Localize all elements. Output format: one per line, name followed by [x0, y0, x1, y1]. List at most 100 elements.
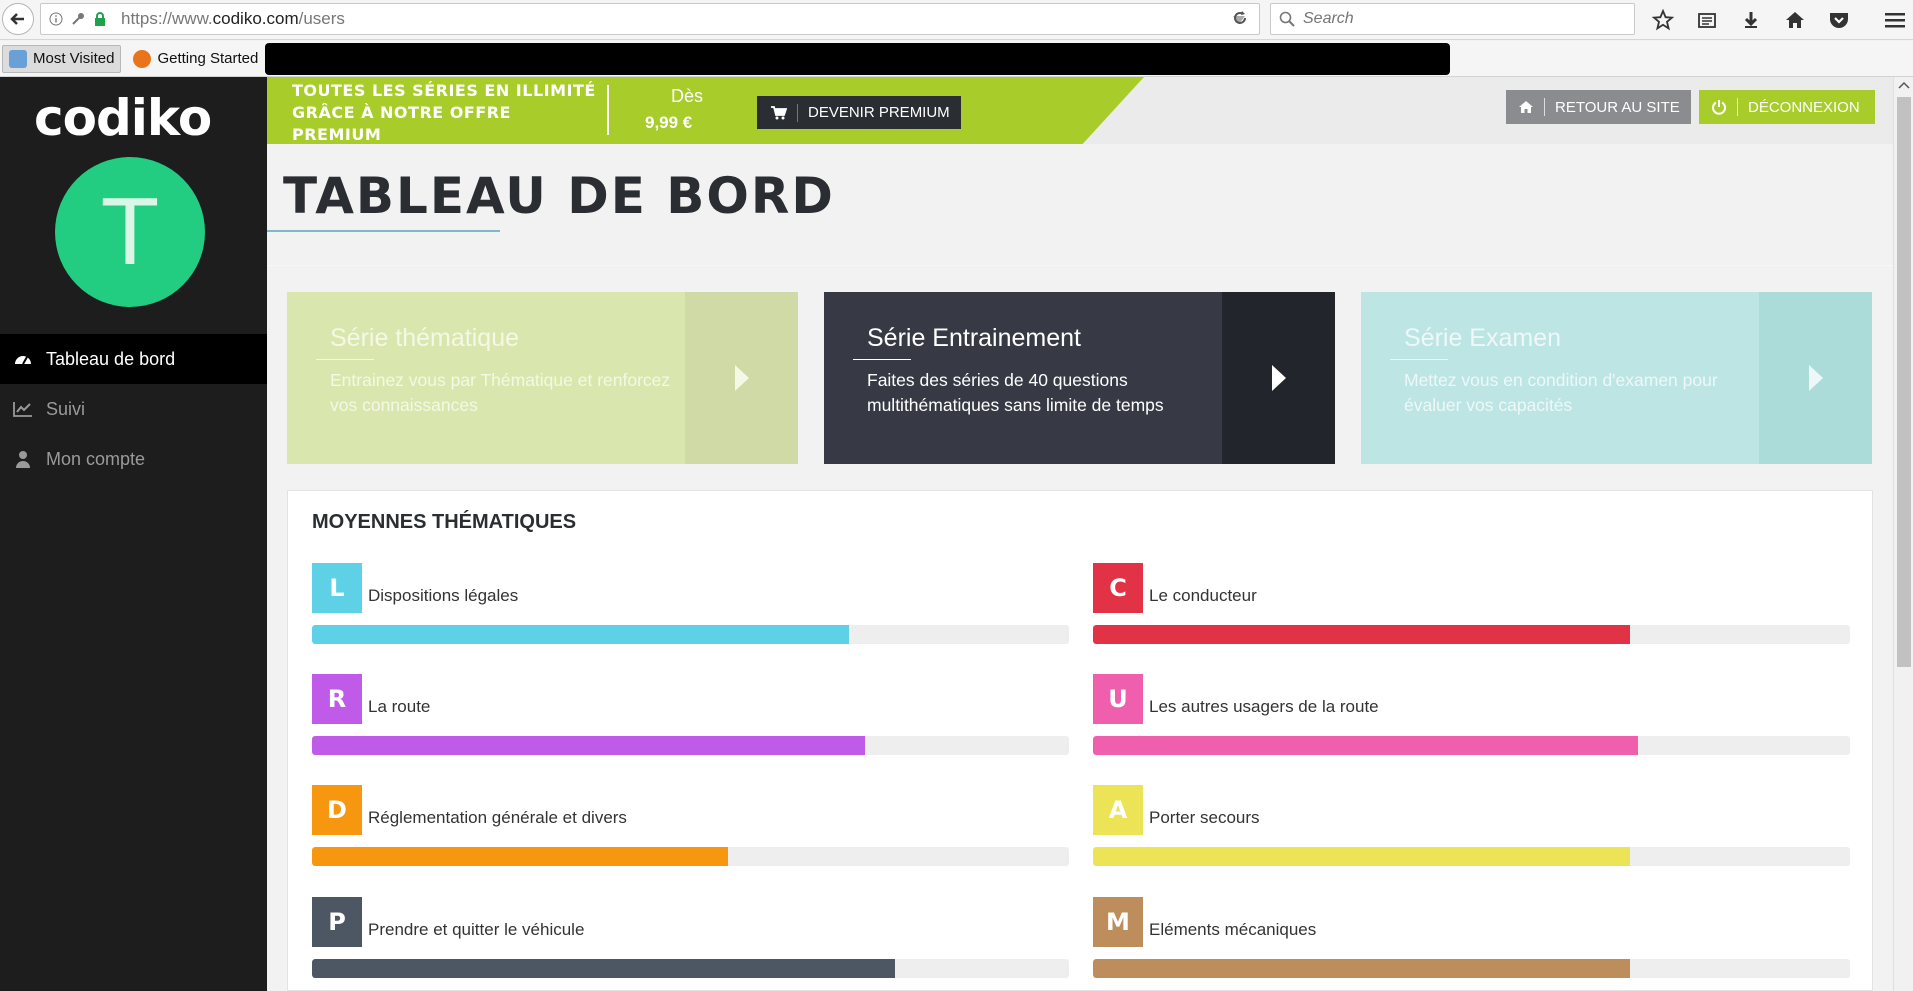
cart-icon	[771, 105, 787, 120]
theme-name: Les autres usagers de la route	[1149, 697, 1379, 716]
lock-icon[interactable]	[93, 12, 107, 26]
progress-track	[312, 847, 1069, 866]
card-description: Faites des séries de 40 questions multit…	[867, 370, 1164, 415]
bookmark-most-visited[interactable]: Most Visited	[2, 44, 122, 73]
progress-fill	[312, 736, 865, 755]
card-title-underline	[1390, 359, 1448, 360]
theme-letter-badge: D	[312, 785, 362, 835]
premium-button-label: DEVENIR PREMIUM	[808, 104, 950, 121]
title-underline	[267, 230, 500, 232]
theme-letter-badge: C	[1093, 563, 1143, 613]
back-arrow-icon	[10, 13, 24, 25]
progress-fill	[312, 847, 729, 866]
theme-letter-badge: A	[1093, 785, 1143, 835]
back-to-site-label: RETOUR AU SITE	[1555, 98, 1680, 116]
sidebar-item-tableau-de-bord[interactable]: Tableau de bord	[0, 334, 267, 384]
progress-track	[312, 736, 1069, 755]
info-icon[interactable]	[49, 12, 63, 26]
card-body: Série Entrainement Faites des séries de …	[824, 292, 1222, 464]
sidebar-item-label: Tableau de bord	[46, 348, 176, 369]
progress-fill	[1093, 625, 1631, 644]
progress-fill	[1093, 736, 1639, 755]
bookmark-star-icon[interactable]	[1648, 6, 1678, 34]
sidebar-item-mon-compte[interactable]: Mon compte	[0, 434, 267, 484]
progress-track	[1093, 736, 1850, 755]
back-button[interactable]	[2, 3, 34, 35]
card-serie-entrainement[interactable]: Série Entrainement Faites des séries de …	[824, 292, 1335, 464]
theme-name: Eléments mécaniques	[1149, 920, 1317, 939]
key-icon[interactable]	[71, 12, 85, 26]
theme-name: Porter secours	[1149, 808, 1260, 827]
card-arrow-button[interactable]	[1759, 292, 1872, 464]
premium-button[interactable]: DEVENIR PREMIUM	[757, 96, 961, 129]
card-serie-examen[interactable]: Série Examen Mettez vous en condition d'…	[1361, 292, 1872, 464]
browser-tool-icons	[1648, 6, 1910, 34]
card-title: Série Entrainement	[867, 324, 1082, 352]
theme-name: Le conducteur	[1149, 586, 1257, 605]
download-icon[interactable]	[1736, 6, 1766, 34]
progress-track	[1093, 959, 1850, 978]
search-icon	[1279, 11, 1295, 27]
user-icon	[12, 448, 34, 470]
promo-price: 9,99 €	[645, 113, 693, 132]
back-to-site-button[interactable]: RETOUR AU SITE	[1506, 90, 1691, 124]
sidebar-item-label: Suivi	[46, 398, 86, 419]
pocket-icon[interactable]	[1824, 6, 1854, 34]
moyennes-panel: MOYENNES THÉMATIQUES L Dispositions légal…	[287, 490, 1873, 991]
url-prefix: https://www.	[121, 9, 213, 28]
line-chart-icon	[12, 398, 34, 420]
sidebar-nav: Tableau de bord Suivi Mon compte	[0, 334, 267, 484]
reload-icon[interactable]	[1228, 6, 1252, 30]
card-title: Série Examen	[1404, 324, 1562, 352]
home-icon[interactable]	[1780, 6, 1810, 34]
progress-fill	[1093, 959, 1631, 978]
theme-letter-badge: R	[312, 674, 362, 724]
card-body: Série Examen Mettez vous en condition d'…	[1361, 292, 1759, 464]
most-visited-icon	[9, 49, 27, 68]
promo-text: TOUTES LES SÉRIES EN ILLIMITÉ GRÂCE À NO…	[292, 81, 596, 144]
firefox-icon	[133, 49, 152, 68]
logo[interactable]: codiko	[34, 89, 212, 147]
button-separator	[797, 103, 798, 122]
logout-button[interactable]: DÉCONNEXION	[1699, 90, 1875, 124]
theme-letter-badge: L	[312, 563, 362, 613]
logout-label: DÉCONNEXION	[1748, 98, 1860, 116]
scroll-up-icon[interactable]	[1898, 81, 1910, 89]
sidebar: codiko T Tableau de bord Suivi Mon compt…	[0, 77, 267, 991]
page-scrollbar[interactable]	[1893, 77, 1913, 991]
search-input[interactable]	[1303, 10, 1603, 28]
progress-fill	[1093, 847, 1631, 866]
card-title: Série thématique	[330, 324, 520, 352]
card-description: Mettez vous en condition d'examen pour é…	[1404, 370, 1718, 415]
theme-name: Prendre et quitter le véhicule	[368, 920, 585, 939]
scrollbar-thumb[interactable]	[1897, 97, 1911, 667]
theme-name: Dispositions légales	[368, 586, 519, 605]
reading-list-icon[interactable]	[1692, 6, 1722, 34]
progress-track	[312, 959, 1069, 978]
card-title-underline	[853, 359, 911, 360]
theme-name: Réglementation générale et divers	[368, 808, 627, 827]
progress-fill	[312, 625, 850, 644]
card-serie-thematique[interactable]: Série thématique Entrainez vous par Thém…	[287, 292, 798, 464]
url-path: /users	[298, 9, 345, 28]
button-separator	[1737, 98, 1738, 116]
card-arrow-button[interactable]	[685, 292, 798, 464]
card-arrow-button[interactable]	[1222, 292, 1335, 464]
menu-icon[interactable]	[1880, 6, 1910, 34]
page-title: TABLEAU DE BORD	[283, 167, 835, 225]
search-bar[interactable]	[1270, 3, 1635, 35]
url-bar[interactable]: https://www.codiko.com/users	[40, 3, 1260, 35]
button-separator	[1544, 98, 1545, 116]
browser-toolbar: https://www.codiko.com/users	[0, 0, 1913, 40]
progress-track	[312, 625, 1069, 644]
bookmark-getting-started[interactable]: Getting Started	[127, 46, 264, 72]
promo-bar: TOUTES LES SÉRIES EN ILLIMITÉ GRÂCE À NO…	[267, 77, 1893, 144]
theme-letter-badge: U	[1093, 674, 1143, 724]
url-text[interactable]: https://www.codiko.com/users	[121, 9, 345, 29]
play-arrow-icon	[1271, 365, 1286, 391]
progress-track	[1093, 847, 1850, 866]
card-description: Entrainez vous par Thématique et renforc…	[330, 370, 671, 415]
theme-name: La route	[368, 697, 431, 716]
redacted-region	[265, 43, 1450, 75]
sidebar-item-suivi[interactable]: Suivi	[0, 384, 267, 434]
